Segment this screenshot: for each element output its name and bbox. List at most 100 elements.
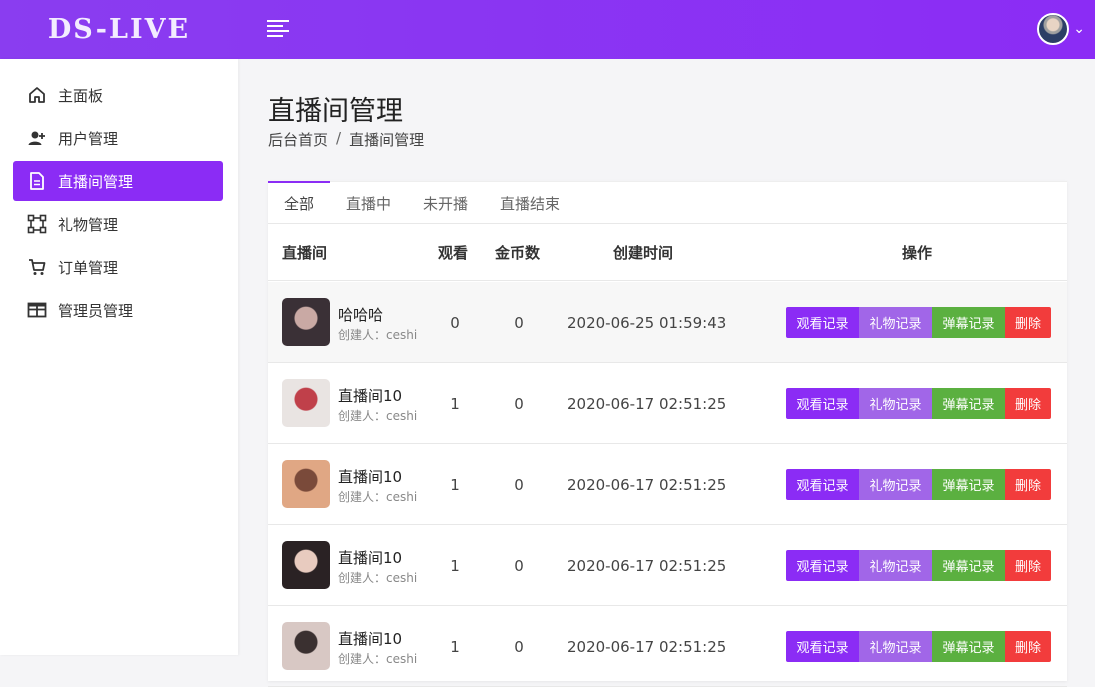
sidebar-item-gifts[interactable]: 礼物管理	[13, 204, 223, 244]
delete-button[interactable]: 删除	[1005, 307, 1051, 338]
coin-count: 0	[514, 475, 524, 494]
chevron-down-icon[interactable]: ⌄	[1073, 21, 1085, 37]
page-title: 直播间管理	[268, 96, 403, 127]
document-icon	[27, 171, 47, 191]
coin-count: 0	[514, 637, 524, 656]
delete-button[interactable]: 删除	[1005, 550, 1051, 581]
room-cover-image	[282, 379, 330, 427]
coin-count: 0	[514, 394, 524, 413]
gift-records-button[interactable]: 礼物记录	[859, 550, 932, 581]
status-tabs: 全部 直播中 未开播 直播结束	[268, 181, 1067, 224]
tab-live[interactable]: 直播中	[330, 182, 407, 224]
breadcrumb: 后台首页 / 直播间管理	[268, 129, 424, 150]
delete-button[interactable]: 删除	[1005, 469, 1051, 500]
breadcrumb-current: 直播间管理	[349, 131, 425, 149]
sidebar-item-rooms[interactable]: 直播间管理	[13, 161, 223, 201]
created-time: 2020-06-17 02:51:25	[567, 556, 727, 575]
created-time: 2020-06-17 02:51:25	[567, 475, 727, 494]
created-time: 2020-06-17 02:51:25	[567, 394, 727, 413]
gift-records-button[interactable]: 礼物记录	[859, 469, 932, 500]
delete-button[interactable]: 删除	[1005, 631, 1051, 662]
user-menu[interactable]: ⌄	[1037, 13, 1085, 45]
coin-count: 0	[514, 556, 524, 575]
danmu-records-button[interactable]: 弹幕记录	[932, 307, 1005, 338]
room-cover-image	[282, 298, 330, 346]
danmu-records-button[interactable]: 弹幕记录	[932, 631, 1005, 662]
delete-button[interactable]: 删除	[1005, 388, 1051, 419]
danmu-records-button[interactable]: 弹幕记录	[932, 550, 1005, 581]
room-creator: 创建人：ceshi	[338, 652, 418, 666]
room-name: 直播间10	[338, 468, 403, 486]
sidebar: 主面板 用户管理 直播间管理 礼物管理 订单管理 管理员管理	[0, 59, 238, 655]
coin-count: 0	[514, 313, 524, 332]
row-actions: 观看记录 礼物记录 弹幕记录 删除	[786, 307, 1051, 338]
view-count: 1	[450, 637, 460, 656]
row-actions: 观看记录 礼物记录 弹幕记录 删除	[786, 469, 1051, 500]
tab-not-started[interactable]: 未开播	[407, 182, 484, 224]
danmu-records-button[interactable]: 弹幕记录	[932, 388, 1005, 419]
room-creator: 创建人：ceshi	[338, 328, 418, 342]
avatar[interactable]	[1037, 13, 1070, 45]
user-add-icon	[27, 128, 47, 148]
sidebar-item-users[interactable]: 用户管理	[13, 118, 223, 158]
sidebar-item-dashboard[interactable]: 主面板	[13, 75, 223, 115]
row-actions: 观看记录 礼物记录 弹幕记录 删除	[786, 550, 1051, 581]
view-count: 1	[450, 475, 460, 494]
danmu-records-button[interactable]: 弹幕记录	[932, 469, 1005, 500]
header-ops: 操作	[902, 244, 933, 262]
sidebar-item-label: 用户管理	[58, 129, 119, 148]
header-coins: 金币数	[495, 244, 541, 262]
sidebar-item-label: 订单管理	[58, 258, 119, 277]
table-row: 直播间10 创建人：ceshi 1 0 2020-06-17 02:51:25 …	[268, 525, 1067, 606]
watch-records-button[interactable]: 观看记录	[786, 550, 859, 581]
watch-records-button[interactable]: 观看记录	[786, 631, 859, 662]
header-created: 创建时间	[613, 244, 674, 262]
breadcrumb-separator: /	[336, 129, 342, 147]
watch-records-button[interactable]: 观看记录	[786, 388, 859, 419]
watch-records-button[interactable]: 观看记录	[786, 469, 859, 500]
room-creator: 创建人：ceshi	[338, 571, 418, 585]
room-cover-image	[282, 622, 330, 670]
room-name: 直播间10	[338, 549, 403, 567]
header-room: 直播间	[282, 244, 328, 262]
breadcrumb-home[interactable]: 后台首页	[268, 129, 328, 150]
room-creator: 创建人：ceshi	[338, 409, 418, 423]
table-row: 哈哈哈 创建人：ceshi 0 0 2020-06-25 01:59:43 观看…	[268, 282, 1067, 363]
table-icon	[27, 300, 47, 320]
room-name: 直播间10	[338, 630, 403, 648]
sidebar-item-label: 管理员管理	[58, 301, 134, 320]
tab-ended[interactable]: 直播结束	[484, 182, 576, 224]
sidebar-item-label: 礼物管理	[58, 215, 119, 234]
sidebar-item-label: 直播间管理	[58, 172, 134, 191]
view-count: 1	[450, 394, 460, 413]
cart-icon	[27, 257, 47, 277]
gift-records-button[interactable]: 礼物记录	[859, 307, 932, 338]
sidebar-item-admins[interactable]: 管理员管理	[13, 290, 223, 330]
rooms-card: 全部 直播中 未开播 直播结束 直播间 观看 金币数 创建时间 操作 哈哈哈 创…	[268, 181, 1067, 687]
room-creator: 创建人：ceshi	[338, 490, 418, 504]
sidebar-item-label: 主面板	[58, 86, 104, 105]
table-row: 直播间10 创建人：ceshi 1 0 2020-06-17 02:51:25 …	[268, 363, 1067, 444]
tab-all[interactable]: 全部	[268, 181, 331, 224]
row-actions: 观看记录 礼物记录 弹幕记录 删除	[786, 631, 1051, 662]
table-row: 直播间10 创建人：ceshi 1 0 2020-06-17 02:51:25 …	[268, 606, 1067, 687]
room-name: 哈哈哈	[338, 306, 384, 324]
room-cover-image	[282, 460, 330, 508]
gift-records-button[interactable]: 礼物记录	[859, 388, 932, 419]
home-icon	[27, 85, 47, 105]
sidebar-item-orders[interactable]: 订单管理	[13, 247, 223, 287]
header-views: 观看	[438, 244, 469, 262]
created-time: 2020-06-17 02:51:25	[567, 637, 727, 656]
menu-toggle-icon[interactable]	[267, 20, 289, 38]
row-actions: 观看记录 礼物记录 弹幕记录 删除	[786, 388, 1051, 419]
created-time: 2020-06-25 01:59:43	[567, 313, 727, 332]
room-name: 直播间10	[338, 387, 403, 405]
shape-icon	[27, 214, 47, 234]
top-bar: DS-LIVE ⌄	[0, 0, 1095, 59]
watch-records-button[interactable]: 观看记录	[786, 307, 859, 338]
view-count: 1	[450, 556, 460, 575]
gift-records-button[interactable]: 礼物记录	[859, 631, 932, 662]
app-logo[interactable]: DS-LIVE	[0, 0, 238, 59]
table-header: 直播间 观看 金币数 创建时间 操作	[268, 224, 1067, 281]
main-content: 直播间管理 后台首页 / 直播间管理 全部 直播中 未开播 直播结束 直播间 观…	[238, 59, 1095, 687]
